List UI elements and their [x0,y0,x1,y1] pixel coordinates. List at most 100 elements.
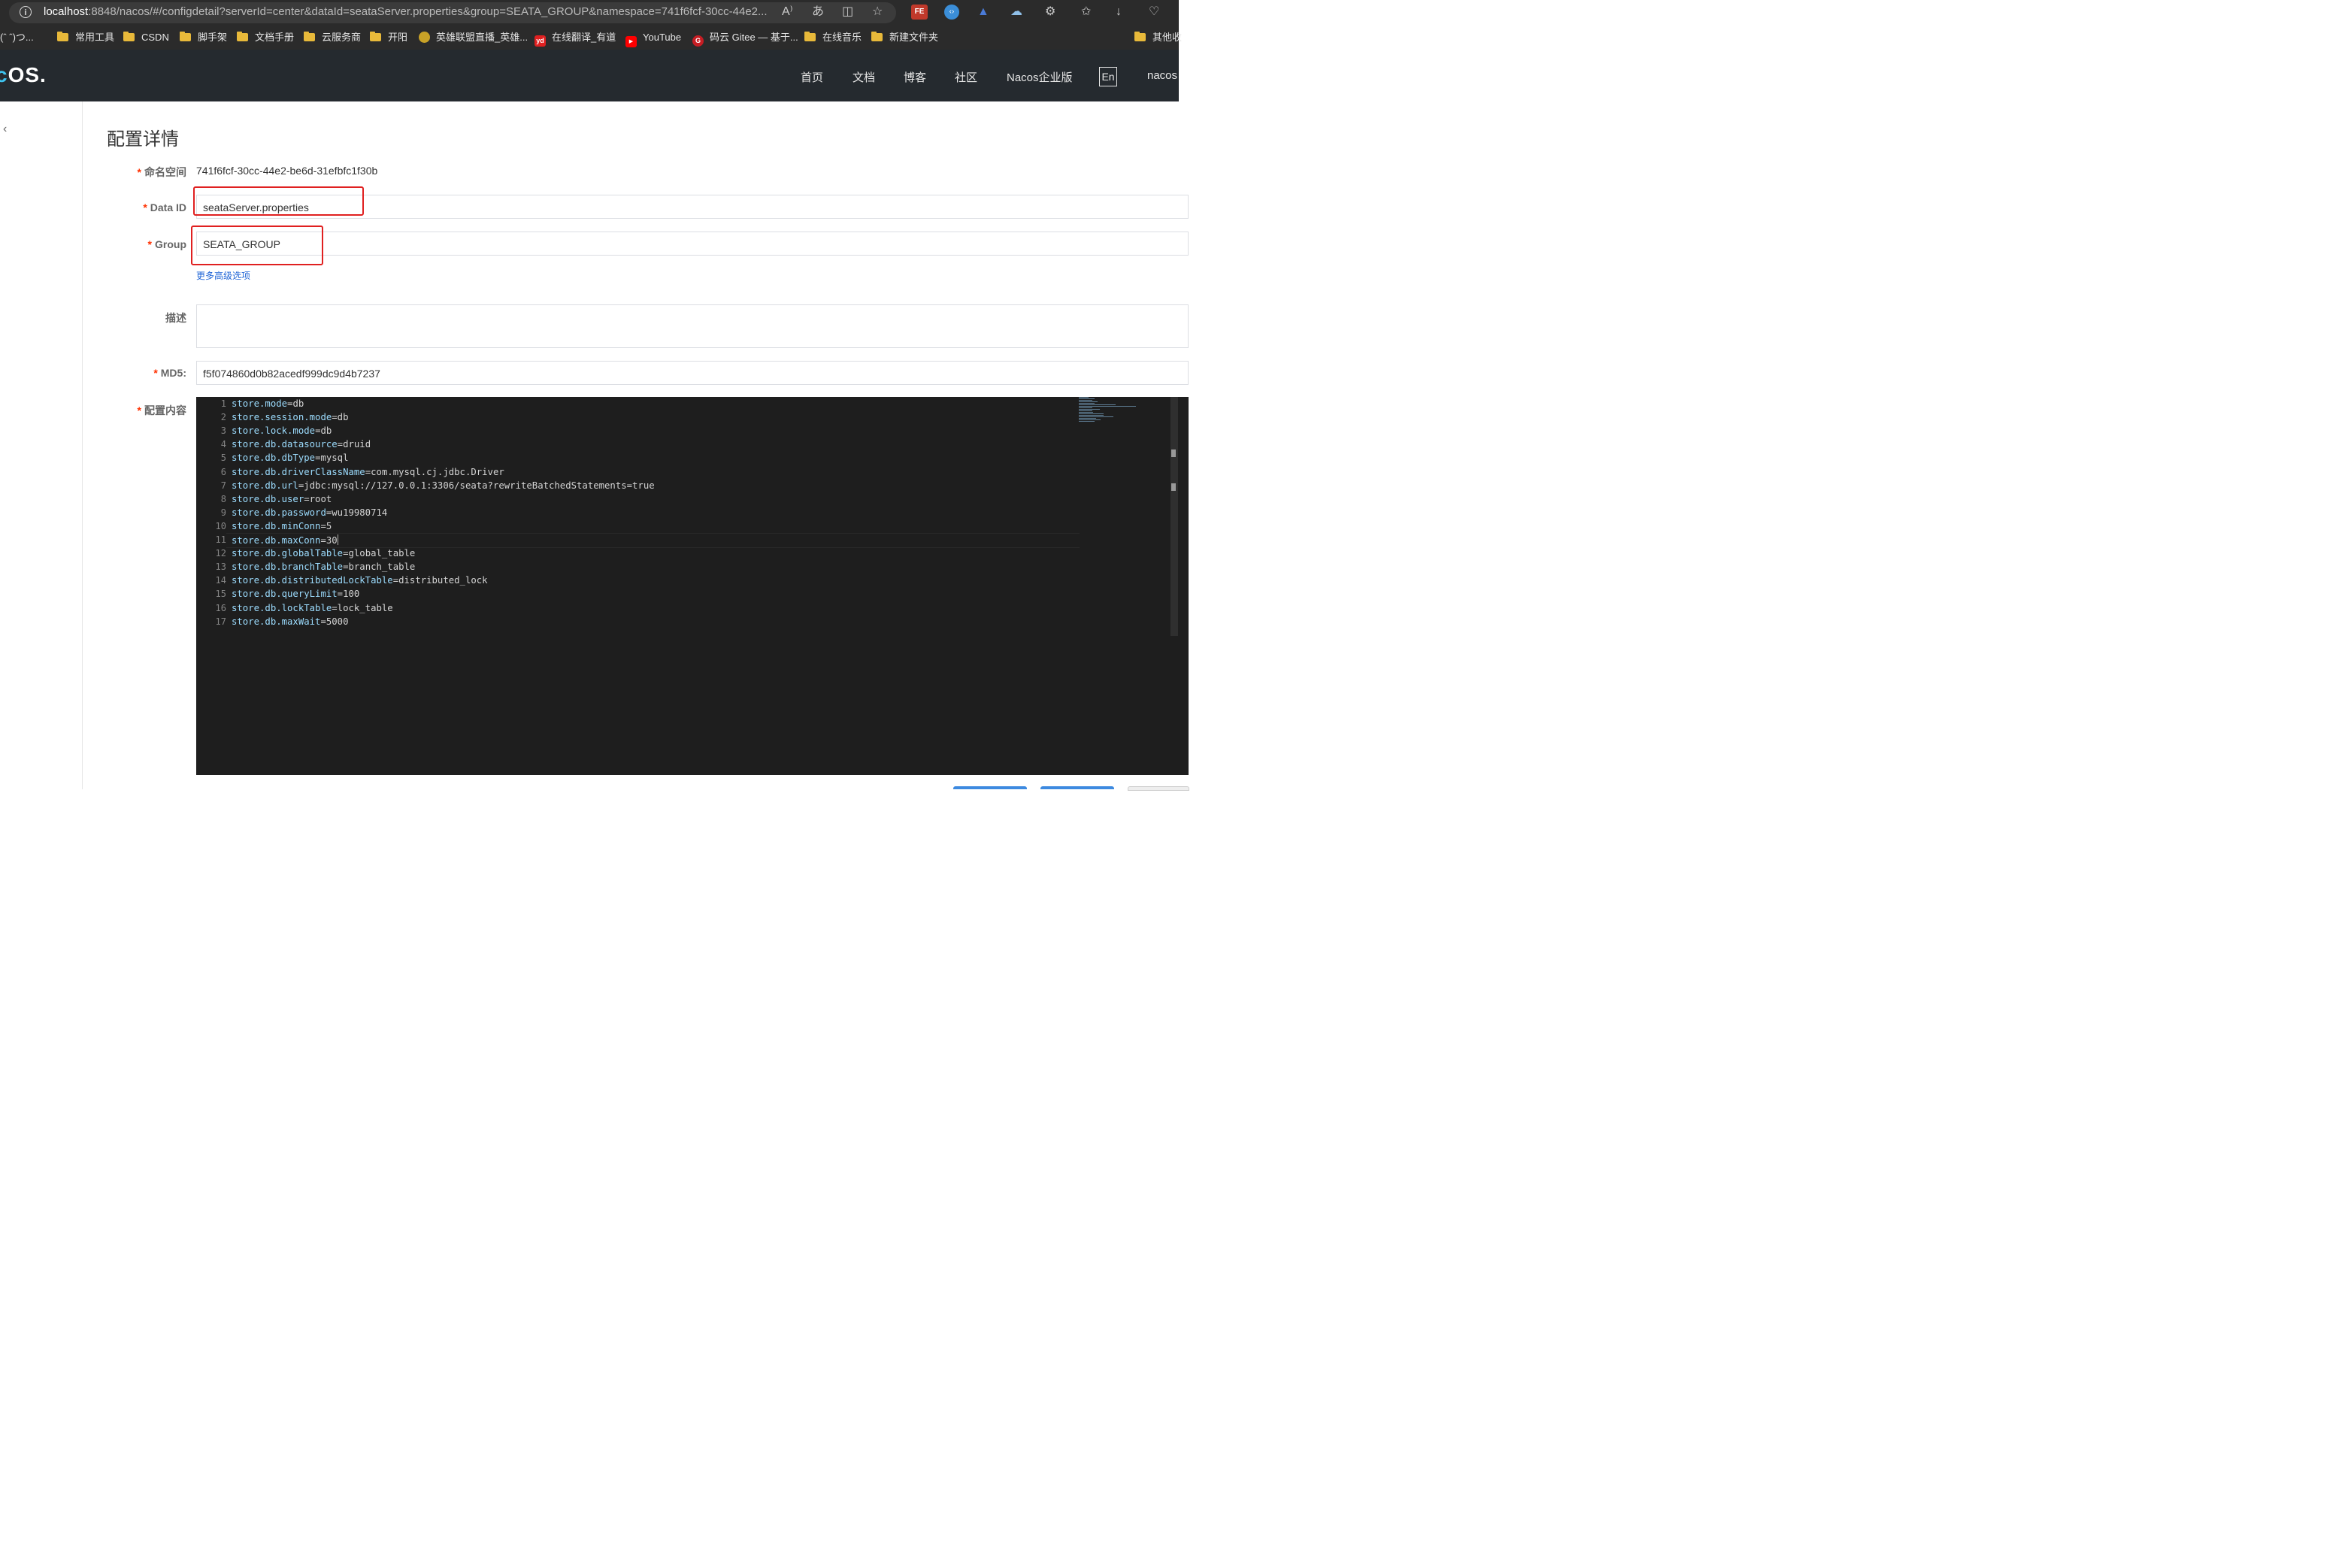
md5-field[interactable]: f5f074860d0b82acedf999dc9d4b7237 [196,361,1189,385]
url-text[interactable]: localhost:8848/nacos/#/configdetail?serv… [44,5,777,18]
code-line[interactable]: store.mode=db [232,398,304,409]
property-value: =wu19980714 [326,507,388,518]
bookmark-face[interactable]: (ˆ ˆ)つ... [0,31,34,44]
code-line[interactable]: store.db.dbType=mysql [232,453,348,463]
youtube-icon: ▶ [625,36,637,47]
back-button[interactable] [1128,786,1189,791]
bookmark-folder-scaffold[interactable]: 脚手架 [180,31,227,44]
nav-enterprise[interactable]: Nacos企业版 [1007,69,1073,85]
bookmark-folder-new[interactable]: 新建文件夹 [871,31,938,44]
line-number: 17 [215,616,226,627]
folder-icon [123,32,135,41]
code-line[interactable]: store.db.distributedLockTable=distribute… [232,575,488,586]
user-menu[interactable]: nacos [1147,69,1177,82]
property-value: =druid [337,439,371,450]
downloads-icon[interactable]: ↓ [1116,5,1122,20]
favorite-star-icon[interactable]: ☆ [872,5,883,20]
nacos-logo[interactable]: cOS. [0,63,47,87]
fe-extension-icon[interactable]: FE [911,5,928,20]
code-line[interactable]: store.db.password=wu19980714 [232,507,387,518]
split-screen-icon[interactable]: ◫ [842,5,853,20]
line-number: 4 [220,439,226,450]
property-key: store.db.user [232,493,304,504]
nav-docs[interactable]: 文档 [853,69,875,85]
bookmark-youtube[interactable]: ▶ YouTube [625,31,681,47]
publish-button[interactable] [953,786,1027,789]
nav-home[interactable]: 首页 [801,69,823,85]
minimap-line [1079,413,1104,414]
youdao-icon: yd [535,35,546,47]
advanced-options-link[interactable]: 更多高级选项 [196,269,250,282]
code-line[interactable]: store.db.minConn=5 [232,521,332,531]
sidebar [0,101,83,789]
property-value: =branch_table [343,562,416,573]
bookmark-lol[interactable]: 英雄联盟直播_英雄... [419,31,528,44]
editor-scrollbar[interactable] [1170,397,1178,636]
folder-icon [871,32,883,41]
code-line[interactable]: store.db.user=root [232,494,332,504]
mountain-extension-icon[interactable]: ▲ [977,5,989,20]
browser-essentials-icon[interactable]: ♡ [1149,5,1159,20]
code-line[interactable]: store.db.queryLimit=100 [232,589,359,599]
property-key: store.db.globalTable [232,548,344,559]
bookmark-gitee[interactable]: G 码云 Gitee — 基于... [692,31,798,47]
line-number: 10 [215,520,226,531]
bookmarks-bar: (ˆ ˆ)つ... 常用工具 CSDN 脚手架 文档手册 云服务商 开阳 英雄联… [0,26,1182,50]
bookmark-folder-cloud[interactable]: 云服务商 [304,31,361,44]
folder-icon [804,32,816,41]
code-line[interactable]: store.db.branchTable=branch_table [232,562,415,572]
extensions-icon[interactable]: ⚙ [1045,5,1055,20]
code-line[interactable]: store.db.datasource=druid [232,439,371,450]
bookmark-folder-music[interactable]: 在线音乐 [804,31,862,44]
minimap-line [1079,407,1092,408]
group-field[interactable]: SEATA_GROUP [196,232,1189,256]
minimap-line [1079,403,1095,404]
line-number: 12 [215,548,226,559]
property-value: =lock_table [332,602,393,613]
nav-community[interactable]: 社区 [955,69,977,85]
property-key: store.db.distributedLockTable [232,575,393,586]
property-value: =jdbc:mysql://127.0.0.1:3306/seata?rewri… [298,480,655,491]
line-number: 7 [220,480,226,491]
property-key: store.db.minConn [232,520,321,531]
translate-icon[interactable]: あ [812,5,824,20]
editor-minimap[interactable] [1079,397,1146,427]
rollback-button[interactable] [1040,786,1114,789]
config-content-editor[interactable]: 1 2 3 4 5 6 7 8 9 10 11 12 13 14 15 16 17 store.mode=db s… [196,397,1189,775]
code-line[interactable]: store.db.maxConn=30 [232,534,338,546]
code-line[interactable]: store.session.mode=db [232,412,348,422]
read-aloud-icon[interactable]: A⁾ [782,5,793,20]
gitee-icon: G [692,35,704,47]
minimap-line [1079,419,1101,420]
code-line[interactable]: store.lock.mode=db [232,425,332,436]
minimap-line [1079,400,1092,401]
bookmark-folder-docs[interactable]: 文档手册 [237,31,294,44]
code-line[interactable]: store.db.url=jdbc:mysql://127.0.0.1:3306… [232,480,655,491]
minimap-line [1079,410,1092,411]
property-value: =root [304,493,332,504]
bookmark-youdao[interactable]: yd 在线翻译_有道 [535,31,616,47]
folder-icon [304,32,315,41]
property-value: =db [332,412,349,423]
description-field[interactable] [196,304,1189,348]
nav-blog[interactable]: 博客 [904,69,926,85]
language-switch[interactable]: En [1099,67,1117,86]
code-line[interactable]: store.db.lockTable=lock_table [232,603,393,613]
code-line[interactable]: store.db.driverClassName=com.mysql.cj.jd… [232,467,504,477]
chevron-left-icon[interactable]: ‹ [3,123,7,136]
bookmark-folder-other[interactable]: 其他收 [1134,31,1182,44]
folder-icon [237,32,248,41]
minimap-line [1079,398,1095,399]
property-key: store.db.datasource [232,439,338,450]
bookmark-folder-tools[interactable]: 常用工具 [57,31,114,44]
cloud-extension-icon[interactable]: ☁ [1010,5,1022,20]
group-label: * Group [147,238,186,250]
site-info-icon[interactable]: i [20,6,32,18]
content-label: * 配置内容 [137,404,186,416]
bookmark-folder-csdn[interactable]: CSDN [123,31,169,44]
code-line[interactable]: store.db.maxWait=5000 [232,616,349,627]
code-line[interactable]: store.db.globalTable=global_table [232,548,415,558]
chat-extension-icon[interactable]: ‹› [944,5,959,20]
bookmark-folder-kaiyang[interactable]: 开阳 [370,31,407,44]
favorites-icon[interactable]: ✩ [1081,5,1091,20]
